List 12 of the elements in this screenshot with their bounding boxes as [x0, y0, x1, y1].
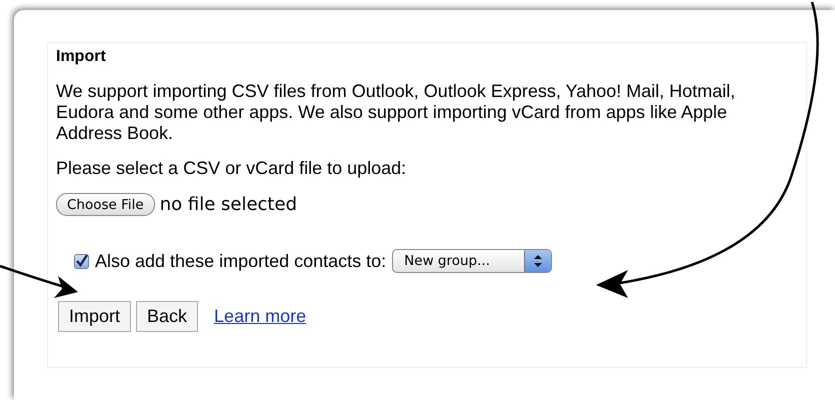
group-select[interactable]: New group... — [392, 249, 552, 273]
back-button[interactable]: Back — [136, 301, 198, 332]
checkbox-label: Also add these imported contacts to: — [95, 250, 386, 272]
learn-more-link[interactable]: Learn more — [214, 306, 306, 327]
choose-file-button[interactable]: Choose File — [56, 193, 155, 216]
stepper-icon[interactable] — [524, 250, 552, 272]
prompt-text: Please select a CSV or vCard file to upload: — [56, 158, 408, 179]
file-status-text: no file selected — [160, 194, 297, 215]
checkbox[interactable] — [74, 254, 89, 268]
panel-title: Import — [56, 47, 107, 67]
description-text: We support importing CSV files from Outlook, Outlook Express, Yahoo! Mail, Hotmail, Eudora and some other apps. We also support importing vCard from apps like Apple Address Book. — [56, 81, 736, 144]
import-button[interactable]: Import — [58, 301, 132, 332]
